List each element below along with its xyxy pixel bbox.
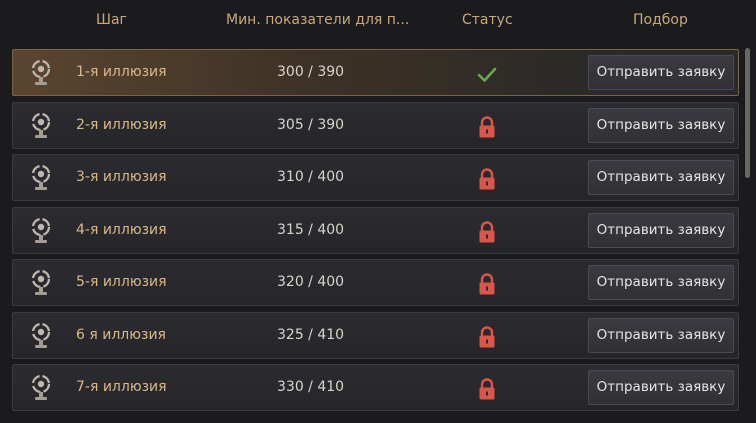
send-request-button[interactable]: Отправить заявку <box>588 212 734 248</box>
lock-icon <box>477 167 497 191</box>
table-row[interactable]: 2-я иллюзия 305 / 390 Отправить заявку <box>12 101 739 149</box>
table-row[interactable]: 1-я иллюзия 300 / 390 Отправить заявку <box>12 49 739 96</box>
checkmark-icon <box>477 62 497 86</box>
send-request-button[interactable]: Отправить заявку <box>588 370 734 405</box>
lock-icon <box>477 325 497 349</box>
illusion-rows: 1-я иллюзия 300 / 390 Отправить заявку 2… <box>12 49 739 417</box>
row-min-stats: 325 / 410 <box>277 326 345 343</box>
row-step-name: 6 я иллюзия <box>76 326 166 343</box>
row-min-stats: 310 / 400 <box>277 169 345 185</box>
row-step-name: 5-я иллюзия <box>76 274 167 290</box>
illusion-emblem-icon <box>29 322 53 350</box>
lock-icon <box>477 220 497 244</box>
send-request-button[interactable]: Отправить заявку <box>588 317 734 353</box>
send-request-button[interactable]: Отправить заявку <box>588 107 734 143</box>
row-min-stats: 300 / 390 <box>277 64 345 80</box>
row-min-stats: 305 / 390 <box>277 116 345 133</box>
send-request-button[interactable]: Отправить заявку <box>588 160 734 195</box>
illusion-emblem-icon <box>29 59 53 87</box>
row-min-stats: 315 / 400 <box>277 221 345 238</box>
scrollbar-thumb[interactable] <box>745 48 750 178</box>
column-header-select: Подбор <box>633 12 688 28</box>
row-step-name: 7-я иллюзия <box>76 379 167 395</box>
row-step-name: 2-я иллюзия <box>76 116 167 133</box>
lock-icon <box>477 377 497 401</box>
illusion-emblem-icon <box>29 374 53 402</box>
row-min-stats: 320 / 400 <box>277 274 345 290</box>
column-header-status: Статус <box>462 12 513 28</box>
row-step-name: 1-я иллюзия <box>76 64 167 80</box>
column-header-min-stats: Мин. показатели для п... <box>226 12 410 28</box>
illusion-list-panel: Шаг Мин. показатели для п... Статус Подб… <box>0 0 756 423</box>
table-row[interactable]: 6 я иллюзия 325 / 410 Отправить заявку <box>12 311 739 359</box>
table-row[interactable]: 7-я иллюзия 330 / 410 Отправить заявку <box>12 364 739 411</box>
table-row[interactable]: 5-я иллюзия 320 / 400 Отправить заявку <box>12 259 739 306</box>
scrollbar[interactable] <box>743 44 752 414</box>
column-header-step: Шаг <box>96 12 127 28</box>
lock-icon <box>477 115 497 139</box>
row-min-stats: 330 / 410 <box>277 379 345 395</box>
illusion-emblem-icon <box>29 112 53 140</box>
row-step-name: 3-я иллюзия <box>76 169 167 185</box>
table-row[interactable]: 4-я иллюзия 315 / 400 Отправить заявку <box>12 206 739 254</box>
table-row[interactable]: 3-я иллюзия 310 / 400 Отправить заявку <box>12 154 739 201</box>
lock-icon <box>477 272 497 296</box>
table-header: Шаг Мин. показатели для п... Статус Подб… <box>0 0 756 40</box>
illusion-emblem-icon <box>29 164 53 192</box>
send-request-button[interactable]: Отправить заявку <box>588 265 734 300</box>
send-request-button[interactable]: Отправить заявку <box>588 55 734 90</box>
illusion-emblem-icon <box>29 269 53 297</box>
row-step-name: 4-я иллюзия <box>76 221 167 238</box>
illusion-emblem-icon <box>29 217 53 245</box>
